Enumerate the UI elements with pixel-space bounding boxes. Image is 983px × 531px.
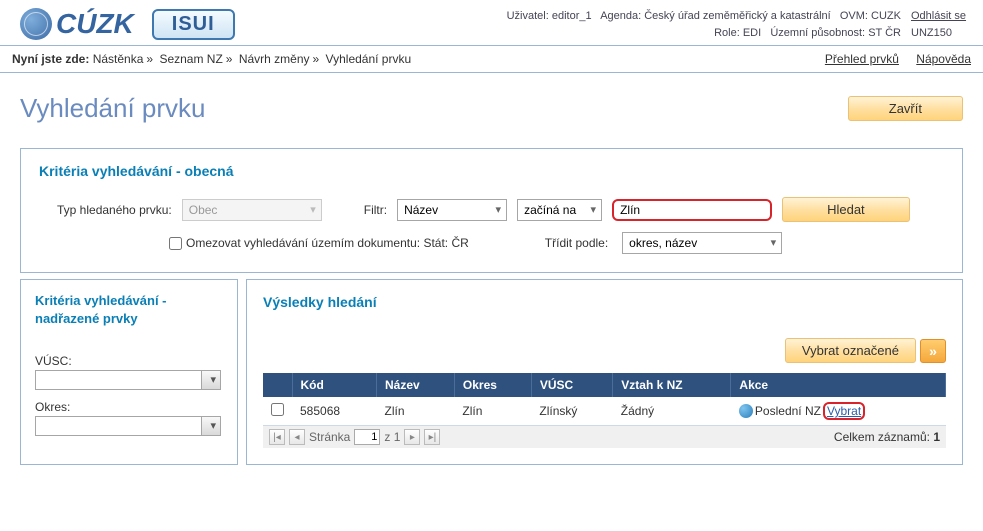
akce-last-nz: Poslední NZ (755, 404, 821, 418)
select-marked-button[interactable]: Vybrat označené (785, 338, 916, 363)
criteria-title: Kritéria vyhledávání - obecná (39, 163, 944, 179)
page-title: Vyhledání prvku (20, 93, 205, 124)
col-okres[interactable]: Okres (454, 373, 531, 397)
pager-of: z 1 (384, 430, 400, 444)
pager-next[interactable]: ▸ (404, 429, 420, 445)
cell-vztah: Žádný (613, 397, 731, 426)
vusc-select[interactable] (35, 370, 221, 390)
env-code: UNZ150 (911, 27, 952, 39)
left-criteria-panel: Kritéria vyhledávání - nadřazené prvky V… (20, 279, 238, 465)
cell-vusc: Zlínský (531, 397, 612, 426)
filter-op-select[interactable] (517, 199, 602, 221)
pager-total: Celkem záznamů: 1 (834, 430, 940, 444)
restrict-label: Omezovat vyhledávání územím dokumentu: S… (186, 236, 469, 250)
vusc-label: VÚSC: (35, 354, 223, 368)
col-vusc[interactable]: VÚSC (531, 373, 612, 397)
okres-select[interactable] (35, 416, 221, 436)
close-button[interactable]: Zavřít (848, 96, 963, 121)
logout-link[interactable]: Odhlásit se (911, 10, 966, 22)
okres-label: Okres: (35, 400, 223, 414)
user-line: Uživatel: editor_1 Agenda: Český úřad ze… (507, 8, 901, 25)
col-vztah[interactable]: Vztah k NZ (613, 373, 731, 397)
type-select[interactable] (182, 199, 322, 221)
cell-okres: Zlín (454, 397, 531, 426)
cell-kod: 585068 (292, 397, 377, 426)
results-title: Výsledky hledání (263, 294, 946, 310)
cell-nazev: Zlín (377, 397, 455, 426)
overview-link[interactable]: Přehled prvků (825, 52, 899, 66)
pager-first[interactable]: |◂ (269, 429, 285, 445)
key-icon[interactable] (739, 404, 753, 418)
search-button[interactable]: Hledat (782, 197, 910, 222)
select-marked-arrow-button[interactable]: » (920, 339, 946, 363)
akce-vybrat-link[interactable]: Vybrat (827, 404, 861, 418)
pager-last[interactable]: ▸| (424, 429, 440, 445)
cuzk-text: CÚZK (56, 8, 134, 40)
criteria-panel: Kritéria vyhledávání - obecná Typ hledan… (20, 148, 963, 273)
logo-cuzk: CÚZK (20, 8, 134, 40)
col-nazev[interactable]: Název (377, 373, 455, 397)
pager-page-label: Stránka (309, 430, 350, 444)
col-check (263, 373, 292, 397)
type-label: Typ hledaného prvku: (57, 203, 172, 217)
results-table: Kód Název Okres VÚSC Vztah k NZ Akce 585… (263, 373, 946, 426)
pager-page-input[interactable] (354, 429, 380, 445)
results-panel: Výsledky hledání Vybrat označené » Kód N… (246, 279, 963, 465)
col-kod[interactable]: Kód (292, 373, 377, 397)
globe-icon (20, 8, 52, 40)
logo-isui: ISUI (152, 9, 235, 40)
filter-label: Filtr: (364, 203, 387, 217)
pager-prev[interactable]: ◂ (289, 429, 305, 445)
table-row: 585068 Zlín Zlín Zlínský Žádný Poslední … (263, 397, 946, 426)
row-checkbox[interactable] (271, 403, 284, 416)
filter-value-input[interactable] (612, 199, 772, 221)
help-link[interactable]: Nápověda (916, 52, 971, 66)
sort-select[interactable] (622, 232, 782, 254)
col-akce: Akce (731, 373, 946, 397)
sort-label: Třídit podle: (545, 236, 608, 250)
breadcrumb: Nyní jste zde: Nástěnka» Seznam NZ» Návr… (12, 52, 411, 66)
left-title: Kritéria vyhledávání - nadřazené prvky (35, 292, 223, 328)
filter-attr-select[interactable] (397, 199, 507, 221)
restrict-checkbox[interactable] (169, 237, 182, 250)
role-line: Role: EDI Územní působnost: ST ČR (507, 25, 901, 42)
